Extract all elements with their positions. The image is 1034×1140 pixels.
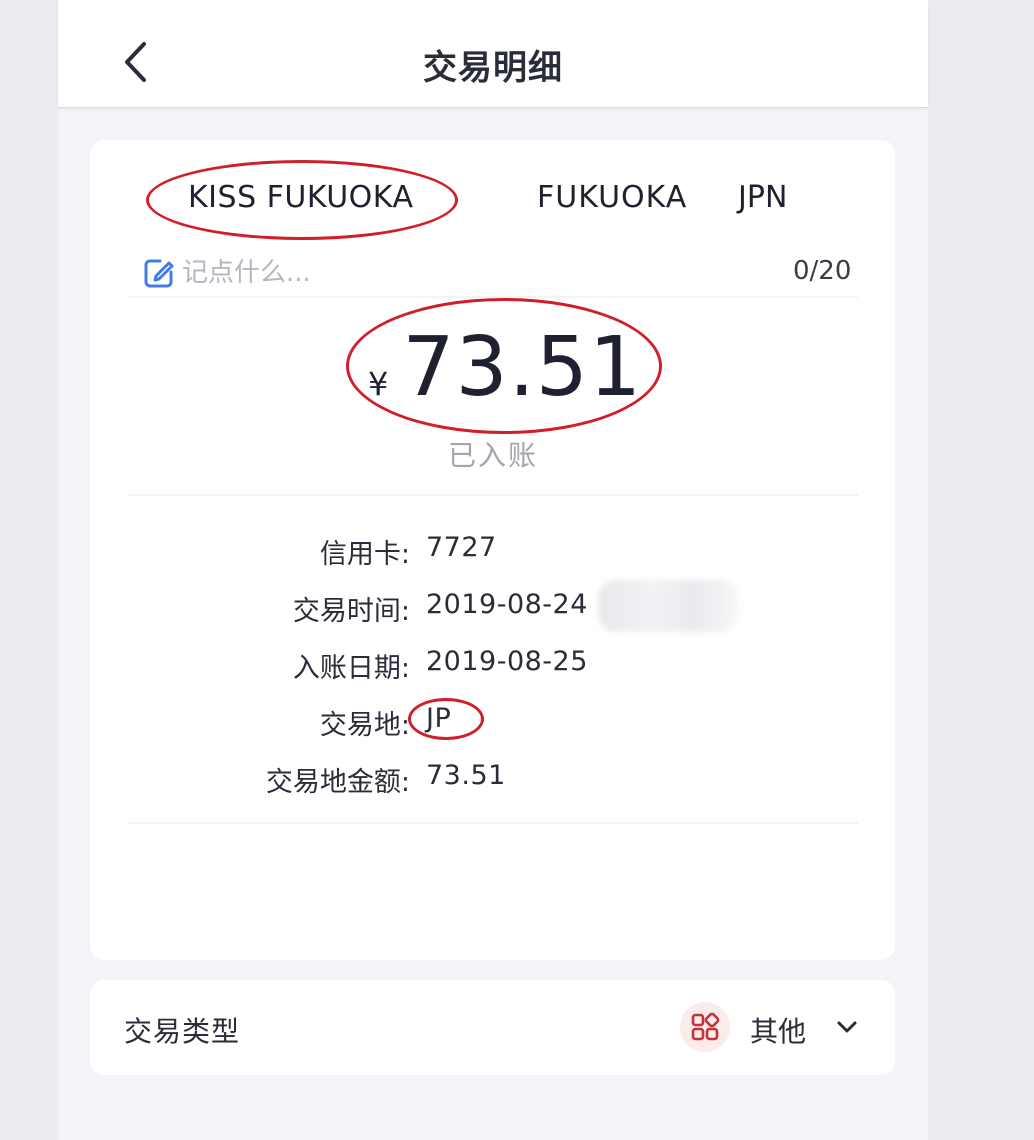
merchant-city: FUKUOKA	[537, 180, 688, 215]
divider	[128, 822, 858, 824]
transaction-type-value: 其他	[750, 1015, 807, 1048]
detail-label-local-amount: 交易地金额:	[265, 767, 410, 798]
divider	[128, 296, 858, 298]
chevron-down-icon[interactable]	[834, 1014, 860, 1040]
transaction-type-label: 交易类型	[124, 1015, 241, 1048]
transaction-type-selector[interactable]: 交易类型 其他	[90, 980, 895, 1075]
detail-value-posting-date: 2019-08-25	[426, 646, 588, 677]
note-row	[142, 254, 582, 292]
note-char-counter: 0/20	[793, 256, 852, 286]
nav-header: 交易明细	[58, 0, 928, 108]
note-input[interactable]	[182, 258, 582, 288]
divider	[128, 494, 858, 496]
currency-symbol: ¥	[368, 365, 389, 403]
merchant-name: KISS FUKUOKA	[188, 180, 414, 215]
detail-value-local-amount: 73.51	[426, 760, 506, 791]
redacted-time	[598, 580, 738, 632]
detail-value-card: 7727	[426, 532, 497, 563]
detail-value-location: JP	[426, 703, 452, 734]
merchant-country: JPN	[738, 180, 788, 215]
edit-note-icon	[144, 259, 174, 288]
detail-label-location: 交易地:	[319, 710, 410, 741]
page-title: 交易明细	[423, 48, 563, 88]
amount-value: 73.51	[402, 320, 643, 415]
detail-label-posting-date: 入账日期:	[292, 653, 410, 684]
category-grid-glyph	[691, 1012, 720, 1041]
app-screen: 交易明细 KISS FUKUOKA FUKUOKA JPN 0/20 ¥ 73.…	[58, 0, 928, 1140]
category-grid-icon	[680, 1002, 730, 1052]
posting-status: 已入账	[447, 439, 538, 472]
amount-display: ¥ 73.51	[368, 320, 642, 420]
detail-label-card: 信用卡:	[319, 539, 410, 570]
detail-label-transaction-time: 交易时间:	[292, 596, 410, 627]
detail-value-transaction-time: 2019-08-24	[426, 589, 588, 620]
